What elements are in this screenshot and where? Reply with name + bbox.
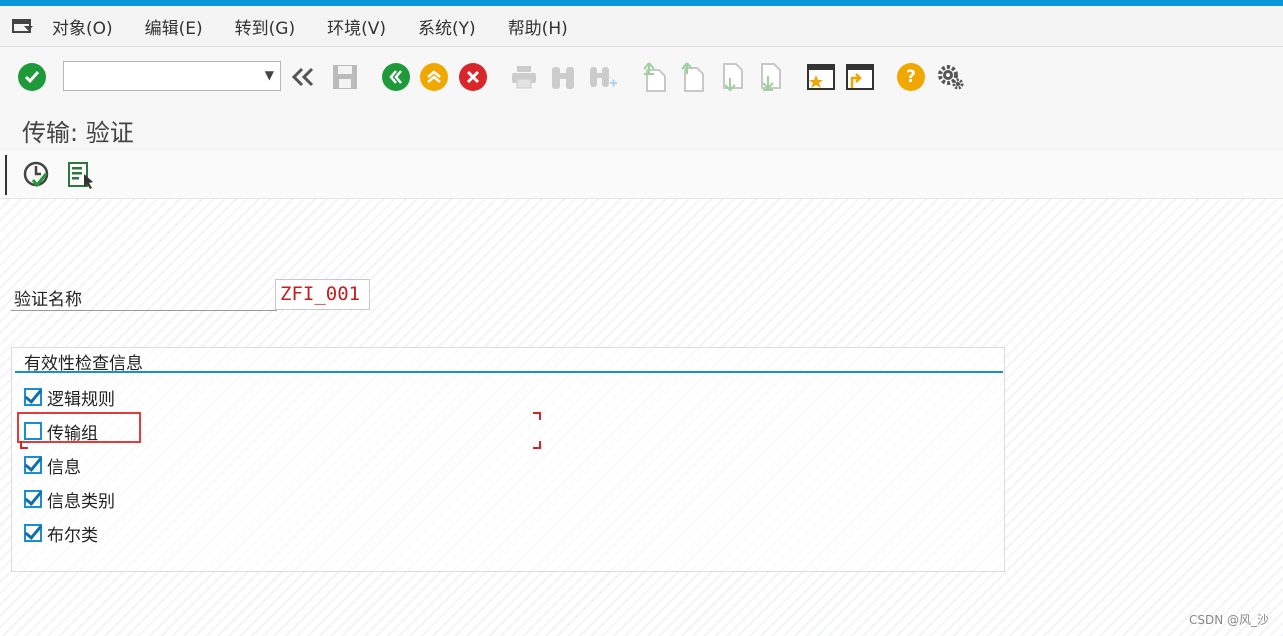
shortcut-icon xyxy=(846,64,874,90)
menu-item-goto[interactable]: 转到(G) xyxy=(235,14,295,39)
validation-info-group: 有效性检查信息 逻辑规则 传输组 信息 信息类别 布尔类 xyxy=(11,347,1005,572)
back-icon xyxy=(382,63,410,91)
collapse-button[interactable] xyxy=(289,62,319,92)
new-session-icon xyxy=(807,64,835,90)
menu-item-environment[interactable]: 环境(V) xyxy=(327,14,386,39)
cancel-icon xyxy=(459,63,487,91)
last-page-button[interactable] xyxy=(755,62,785,92)
command-field[interactable]: ▼ xyxy=(63,61,281,91)
option-message[interactable]: 信息 xyxy=(24,454,81,478)
checkbox-boolean-class[interactable] xyxy=(24,524,42,542)
find-next-icon xyxy=(590,67,617,87)
previous-page-button[interactable] xyxy=(678,62,708,92)
menu-item-system[interactable]: 系统(Y) xyxy=(418,14,476,39)
page-title: 传输: 验证 xyxy=(22,119,134,147)
validation-name-label: 验证名称 xyxy=(14,290,82,310)
title-bar: 传输: 验证 xyxy=(0,105,1283,152)
print-icon xyxy=(512,66,536,89)
label-underline xyxy=(11,310,277,311)
cancel-button[interactable] xyxy=(458,62,488,92)
gear-icon xyxy=(938,65,964,90)
find-next-button[interactable] xyxy=(588,62,618,92)
checkbox-message[interactable] xyxy=(24,456,42,474)
print-button[interactable] xyxy=(509,62,539,92)
option-label: 逻辑规则 xyxy=(47,389,115,410)
find-button[interactable] xyxy=(548,62,578,92)
option-message-class[interactable]: 信息类别 xyxy=(24,488,115,512)
highlight-annotation xyxy=(17,412,141,443)
double-chevron-left-icon xyxy=(291,67,314,87)
standard-toolbar: ▼ ? xyxy=(0,47,1283,106)
document-icon xyxy=(68,162,93,189)
execute-button[interactable] xyxy=(22,160,52,190)
exit-icon xyxy=(420,63,448,91)
execute-icon xyxy=(23,161,49,188)
option-boolean-class[interactable]: 布尔类 xyxy=(24,522,98,546)
save-icon xyxy=(333,65,357,89)
last-page-icon xyxy=(761,63,781,91)
option-label: 信息 xyxy=(47,457,81,478)
generate-shortcut-button[interactable] xyxy=(845,62,875,92)
option-logic-rules[interactable]: 逻辑规则 xyxy=(24,386,115,410)
checkbox-logic-rules[interactable] xyxy=(24,388,42,406)
settings-button[interactable] xyxy=(935,62,965,92)
save-button[interactable] xyxy=(330,62,360,92)
watermark: CSDN @风_沙 xyxy=(1188,613,1269,627)
enter-button[interactable] xyxy=(17,62,47,92)
create-session-button[interactable] xyxy=(806,62,836,92)
menu-item-object[interactable]: 对象(O) xyxy=(52,14,113,39)
checkbox-message-class[interactable] xyxy=(24,490,42,508)
option-label: 布尔类 xyxy=(47,525,98,546)
validation-name-field[interactable]: ZFI_001 xyxy=(275,279,370,310)
menu-item-help[interactable]: 帮助(H) xyxy=(508,14,568,39)
group-title-divider xyxy=(15,371,1003,373)
previous-page-icon xyxy=(681,62,704,92)
focus-bracket-bottom-left xyxy=(20,441,28,449)
binoculars-icon xyxy=(552,67,574,89)
help-button[interactable]: ? xyxy=(896,62,926,92)
enter-icon xyxy=(18,63,46,91)
first-page-icon xyxy=(643,62,666,92)
exit-button[interactable] xyxy=(419,62,449,92)
first-page-button[interactable] xyxy=(640,62,670,92)
focus-bracket-bottom-right xyxy=(533,441,541,449)
help-icon: ? xyxy=(897,63,925,91)
chevron-down-icon[interactable]: ▼ xyxy=(265,68,274,82)
menu-icon[interactable] xyxy=(12,18,34,34)
menu-bar: 对象(O) 编辑(E) 转到(G) 环境(V) 系统(Y) 帮助(H) xyxy=(0,6,1283,47)
command-input[interactable] xyxy=(68,63,262,91)
application-toolbar xyxy=(0,151,1283,199)
option-label: 信息类别 xyxy=(47,491,115,512)
toolbar-separator xyxy=(5,155,7,195)
focus-bracket-top-right xyxy=(533,412,541,420)
back-button[interactable] xyxy=(381,62,411,92)
next-page-button[interactable] xyxy=(717,62,747,92)
menu-item-edit[interactable]: 编辑(E) xyxy=(145,14,203,39)
main-content: 验证名称 ZFI_001 有效性检查信息 逻辑规则 传输组 信息 信息类别 布尔… xyxy=(0,199,1283,636)
next-page-icon xyxy=(723,63,743,92)
document-button[interactable] xyxy=(66,160,96,190)
